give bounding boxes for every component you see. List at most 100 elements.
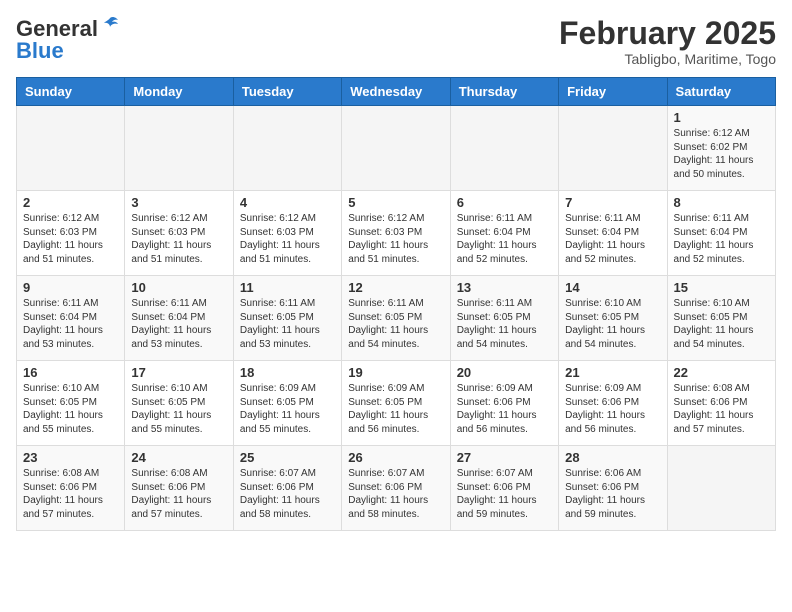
calendar-cell <box>125 106 233 191</box>
calendar-cell: 11 Sunrise: 6:11 AM Sunset: 6:05 PM Dayli… <box>233 276 341 361</box>
day-number: 9 <box>23 280 118 295</box>
calendar-cell: 25 Sunrise: 6:07 AM Sunset: 6:06 PM Dayli… <box>233 446 341 531</box>
day-info: Sunrise: 6:11 AM Sunset: 6:05 PM Dayligh… <box>457 297 552 351</box>
day-info: Sunrise: 6:11 AM Sunset: 6:04 PM Dayligh… <box>457 212 552 266</box>
calendar-cell <box>667 446 775 531</box>
calendar-cell: 12Sunrise: 6:11 AM Sunset: 6:05 PM Dayli… <box>342 276 450 361</box>
calendar-cell <box>342 106 450 191</box>
calendar-cell: 14 Sunrise: 6:10 AM Sunset: 6:05 PM Dayli… <box>559 276 667 361</box>
logo: General Blue <box>16 16 120 64</box>
day-info: Sunrise: 6:07 AM Sunset: 6:06 PM Dayligh… <box>457 467 552 521</box>
calendar-cell: 22 Sunrise: 6:08 AM Sunset: 6:06 PM Dayli… <box>667 361 775 446</box>
calendar-cell: 6 Sunrise: 6:11 AM Sunset: 6:04 PM Daylig… <box>450 191 558 276</box>
week-row-1: 1 Sunrise: 6:12 AM Sunset: 6:02 PM Daylig… <box>17 106 776 191</box>
day-number: 1 <box>674 110 769 125</box>
calendar-cell: 1 Sunrise: 6:12 AM Sunset: 6:02 PM Daylig… <box>667 106 775 191</box>
calendar-cell <box>559 106 667 191</box>
day-number: 24 <box>131 450 226 465</box>
day-info: Sunrise: 6:08 AM Sunset: 6:06 PM Dayligh… <box>23 467 118 521</box>
calendar-cell: 24 Sunrise: 6:08 AM Sunset: 6:06 PM Dayli… <box>125 446 233 531</box>
calendar-cell: 16 Sunrise: 6:10 AM Sunset: 6:05 PM Dayli… <box>17 361 125 446</box>
day-info: Sunrise: 6:12 AM Sunset: 6:03 PM Dayligh… <box>23 212 118 266</box>
calendar-cell: 8 Sunrise: 6:11 AM Sunset: 6:04 PM Daylig… <box>667 191 775 276</box>
day-info: Sunrise: 6:09 AM Sunset: 6:06 PM Dayligh… <box>565 382 660 436</box>
calendar-cell: 17 Sunrise: 6:10 AM Sunset: 6:05 PM Dayli… <box>125 361 233 446</box>
day-number: 18 <box>240 365 335 380</box>
day-info: Sunrise: 6:11 AM Sunset: 6:05 PM Dayligh… <box>348 297 443 351</box>
calendar-cell: 28 Sunrise: 6:06 AM Sunset: 6:06 PM Dayli… <box>559 446 667 531</box>
day-info: Sunrise: 6:12 AM Sunset: 6:03 PM Dayligh… <box>240 212 335 266</box>
day-info: Sunrise: 6:10 AM Sunset: 6:05 PM Dayligh… <box>565 297 660 351</box>
day-number: 14 <box>565 280 660 295</box>
day-number: 28 <box>565 450 660 465</box>
calendar-cell: 23 Sunrise: 6:08 AM Sunset: 6:06 PM Dayli… <box>17 446 125 531</box>
week-row-5: 23 Sunrise: 6:08 AM Sunset: 6:06 PM Dayli… <box>17 446 776 531</box>
day-info: Sunrise: 6:12 AM Sunset: 6:03 PM Dayligh… <box>348 212 443 266</box>
logo-blue-text: Blue <box>16 38 64 64</box>
day-number: 27 <box>457 450 552 465</box>
calendar-cell: 18 Sunrise: 6:09 AM Sunset: 6:05 PM Dayli… <box>233 361 341 446</box>
day-number: 7 <box>565 195 660 210</box>
calendar-cell: 4 Sunrise: 6:12 AM Sunset: 6:03 PM Daylig… <box>233 191 341 276</box>
day-info: Sunrise: 6:09 AM Sunset: 6:05 PM Dayligh… <box>240 382 335 436</box>
day-info: Sunrise: 6:12 AM Sunset: 6:02 PM Dayligh… <box>674 127 769 181</box>
subtitle: Tabligbo, Maritime, Togo <box>559 51 776 67</box>
day-info: Sunrise: 6:08 AM Sunset: 6:06 PM Dayligh… <box>131 467 226 521</box>
day-number: 20 <box>457 365 552 380</box>
day-info: Sunrise: 6:11 AM Sunset: 6:04 PM Dayligh… <box>131 297 226 351</box>
day-number: 25 <box>240 450 335 465</box>
day-number: 17 <box>131 365 226 380</box>
weekday-header-row: SundayMondayTuesdayWednesdayThursdayFrid… <box>17 78 776 106</box>
weekday-wednesday: Wednesday <box>342 78 450 106</box>
weekday-sunday: Sunday <box>17 78 125 106</box>
day-number: 16 <box>23 365 118 380</box>
calendar-cell: 2Sunrise: 6:12 AM Sunset: 6:03 PM Daylig… <box>17 191 125 276</box>
day-info: Sunrise: 6:10 AM Sunset: 6:05 PM Dayligh… <box>23 382 118 436</box>
calendar-cell: 13 Sunrise: 6:11 AM Sunset: 6:05 PM Dayli… <box>450 276 558 361</box>
calendar-cell <box>17 106 125 191</box>
day-number: 21 <box>565 365 660 380</box>
main-title: February 2025 <box>559 16 776 51</box>
day-info: Sunrise: 6:07 AM Sunset: 6:06 PM Dayligh… <box>348 467 443 521</box>
calendar-cell: 9 Sunrise: 6:11 AM Sunset: 6:04 PM Daylig… <box>17 276 125 361</box>
week-row-3: 9 Sunrise: 6:11 AM Sunset: 6:04 PM Daylig… <box>17 276 776 361</box>
day-number: 6 <box>457 195 552 210</box>
day-number: 11 <box>240 280 335 295</box>
title-block: February 2025 Tabligbo, Maritime, Togo <box>559 16 776 67</box>
day-number: 8 <box>674 195 769 210</box>
weekday-tuesday: Tuesday <box>233 78 341 106</box>
calendar-cell: 20 Sunrise: 6:09 AM Sunset: 6:06 PM Dayli… <box>450 361 558 446</box>
day-number: 13 <box>457 280 552 295</box>
weekday-saturday: Saturday <box>667 78 775 106</box>
day-info: Sunrise: 6:06 AM Sunset: 6:06 PM Dayligh… <box>565 467 660 521</box>
page-header: General Blue February 2025 Tabligbo, Mar… <box>16 16 776 67</box>
calendar-cell <box>450 106 558 191</box>
week-row-4: 16 Sunrise: 6:10 AM Sunset: 6:05 PM Dayli… <box>17 361 776 446</box>
weekday-friday: Friday <box>559 78 667 106</box>
calendar-cell: 5 Sunrise: 6:12 AM Sunset: 6:03 PM Daylig… <box>342 191 450 276</box>
day-number: 5 <box>348 195 443 210</box>
day-info: Sunrise: 6:07 AM Sunset: 6:06 PM Dayligh… <box>240 467 335 521</box>
day-number: 10 <box>131 280 226 295</box>
calendar-cell: 7 Sunrise: 6:11 AM Sunset: 6:04 PM Daylig… <box>559 191 667 276</box>
calendar-cell <box>233 106 341 191</box>
weekday-thursday: Thursday <box>450 78 558 106</box>
day-number: 19 <box>348 365 443 380</box>
day-number: 4 <box>240 195 335 210</box>
calendar-cell: 26Sunrise: 6:07 AM Sunset: 6:06 PM Dayli… <box>342 446 450 531</box>
day-info: Sunrise: 6:09 AM Sunset: 6:06 PM Dayligh… <box>457 382 552 436</box>
calendar-cell: 15Sunrise: 6:10 AM Sunset: 6:05 PM Dayli… <box>667 276 775 361</box>
day-info: Sunrise: 6:10 AM Sunset: 6:05 PM Dayligh… <box>131 382 226 436</box>
calendar-cell: 10 Sunrise: 6:11 AM Sunset: 6:04 PM Dayli… <box>125 276 233 361</box>
day-number: 23 <box>23 450 118 465</box>
day-info: Sunrise: 6:11 AM Sunset: 6:04 PM Dayligh… <box>23 297 118 351</box>
day-info: Sunrise: 6:09 AM Sunset: 6:05 PM Dayligh… <box>348 382 443 436</box>
day-info: Sunrise: 6:11 AM Sunset: 6:04 PM Dayligh… <box>674 212 769 266</box>
day-info: Sunrise: 6:12 AM Sunset: 6:03 PM Dayligh… <box>131 212 226 266</box>
day-info: Sunrise: 6:08 AM Sunset: 6:06 PM Dayligh… <box>674 382 769 436</box>
day-number: 22 <box>674 365 769 380</box>
day-info: Sunrise: 6:11 AM Sunset: 6:05 PM Dayligh… <box>240 297 335 351</box>
calendar-cell: 21 Sunrise: 6:09 AM Sunset: 6:06 PM Dayli… <box>559 361 667 446</box>
day-info: Sunrise: 6:11 AM Sunset: 6:04 PM Dayligh… <box>565 212 660 266</box>
day-info: Sunrise: 6:10 AM Sunset: 6:05 PM Dayligh… <box>674 297 769 351</box>
